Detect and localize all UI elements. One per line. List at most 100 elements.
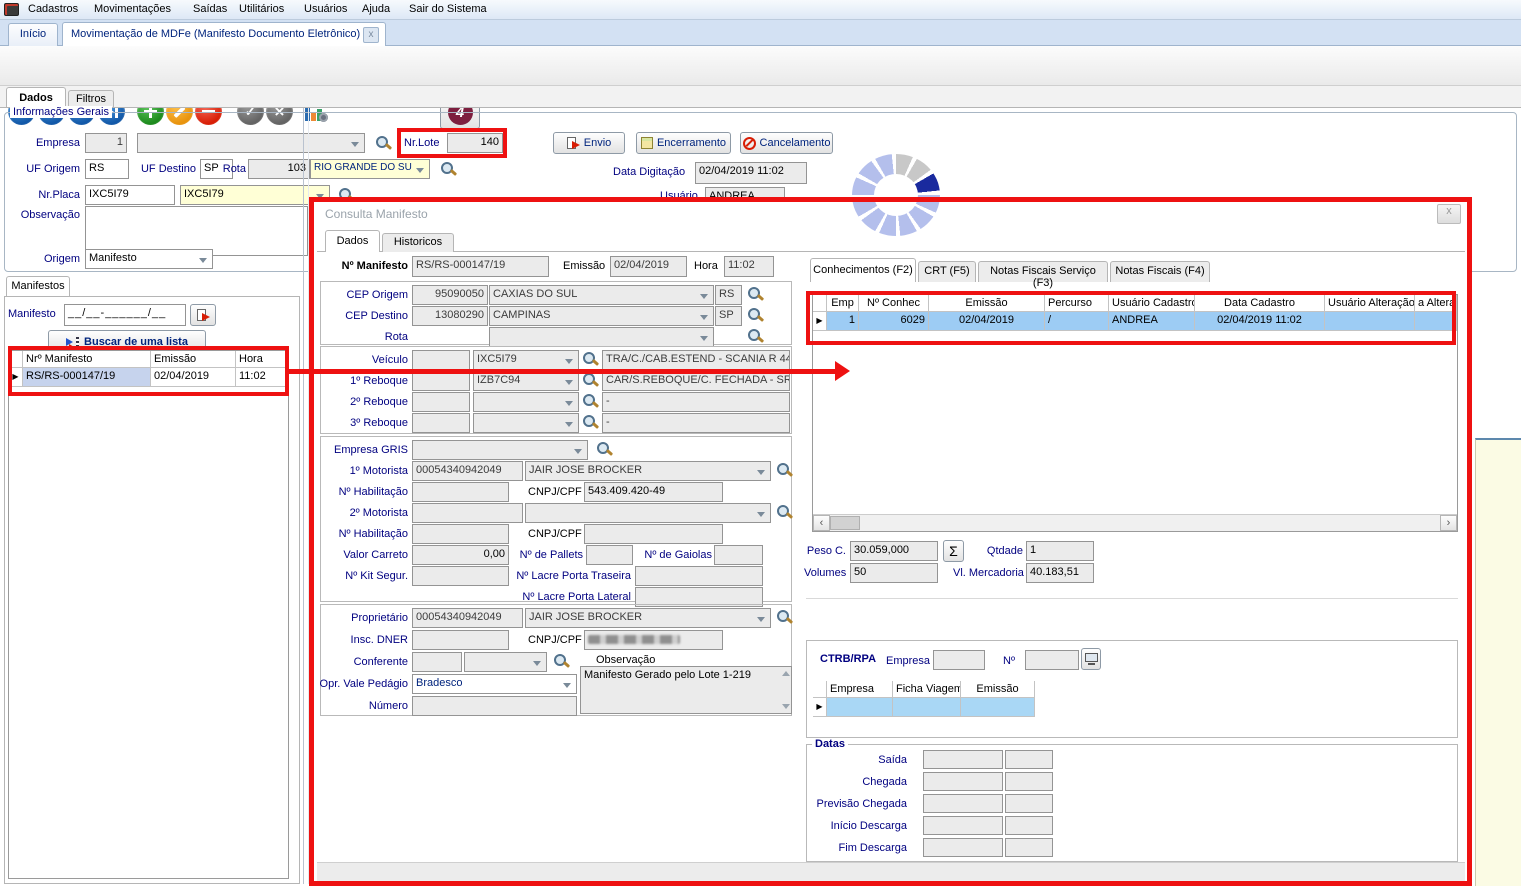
menu-item-usuarios[interactable]: Usuários (304, 3, 347, 15)
manifesto-mask-input[interactable]: __/__-______/__ (64, 304, 186, 326)
motorista2-cod-field[interactable] (412, 503, 523, 523)
conhec-header-data-cad[interactable]: Data Cadastro (1195, 295, 1325, 312)
cidade-origem-combo[interactable]: CAXIAS DO SUL (489, 285, 714, 305)
veiculo-placa-combo[interactable]: IXC5I79 (473, 350, 579, 370)
obs-scroll-up-icon[interactable] (781, 669, 790, 678)
dlg-rota-combo[interactable] (489, 327, 714, 347)
obs-scroll-down-icon[interactable] (781, 702, 790, 711)
dialog-close-button[interactable]: x (1437, 204, 1461, 224)
habilitacao2-field[interactable] (412, 524, 509, 544)
previsao-time-field[interactable] (1005, 794, 1053, 813)
empresa-combo[interactable] (137, 133, 365, 153)
menu-item-sair[interactable]: Sair do Sistema (409, 3, 487, 15)
uf-destino-dlg-field[interactable]: SP (715, 306, 742, 326)
sum-button[interactable]: Σ (943, 540, 964, 562)
veiculo-code-field[interactable] (412, 350, 470, 370)
lacre-traseira-field[interactable] (635, 566, 763, 586)
conhec-header-usuario-cad[interactable]: Usuário Cadastro (1109, 295, 1195, 312)
encerramento-button[interactable]: Encerramento (636, 132, 731, 154)
scroll-right-button[interactable]: › (1440, 515, 1457, 531)
tab-mdfe[interactable]: Movimentação de MDFe (Manifesto Document… (62, 22, 386, 46)
data-digitacao-field[interactable]: 02/04/2019 11:02 (695, 162, 807, 184)
scroll-thumb[interactable] (830, 516, 860, 530)
reboque3-code-field[interactable] (412, 413, 470, 433)
conhec-header-data-alt[interactable]: a Altera (1415, 295, 1457, 312)
reboque1-placa-combo[interactable]: IZB7C94 (473, 371, 579, 391)
empresa-gris-search-icon[interactable] (596, 441, 613, 458)
menu-item-utilitarios[interactable]: Utilitários (239, 3, 284, 15)
reboque2-search-icon[interactable] (582, 393, 599, 410)
conhec-data-row[interactable]: ▶ 1 6029 02/04/2019 / ANDREA 02/04/2019 … (813, 312, 1457, 331)
scroll-left-button[interactable]: ‹ (813, 515, 830, 531)
conhec-header-percurso[interactable]: Percurso (1045, 295, 1109, 312)
subtab-dados[interactable]: Dados (6, 87, 66, 108)
fim-descarga-time-field[interactable] (1005, 838, 1053, 857)
tab-inicio[interactable]: Início (8, 23, 58, 46)
conferente-search-icon[interactable] (553, 653, 570, 670)
menu-item-saidas[interactable]: Saídas (193, 3, 227, 15)
rota-name-combo[interactable]: RIO GRANDE DO SU (310, 159, 430, 179)
menu-item-movimentacoes[interactable]: Movimentações (94, 3, 171, 15)
proprietario-search-icon[interactable] (776, 609, 793, 626)
menu-item-cadastros[interactable]: Cadastros (28, 3, 78, 15)
reboque3-placa-combo[interactable] (473, 413, 579, 433)
dlg-n-manifesto-field[interactable]: RS/RS-000147/19 (412, 256, 549, 277)
reboque3-search-icon[interactable] (582, 414, 599, 431)
ctrb-empresa-field[interactable] (933, 650, 985, 670)
rota-search-icon[interactable] (440, 161, 457, 178)
conhec-header-emp[interactable]: Emp (827, 295, 859, 312)
vale-pedagio-select[interactable]: Bradesco (412, 674, 577, 694)
saida-time-field[interactable] (1005, 750, 1053, 769)
reboque2-code-field[interactable] (412, 392, 470, 412)
conhec-tab-active[interactable]: Conhecimentos (F2) (810, 258, 916, 282)
numero-field[interactable] (412, 696, 577, 716)
manifestos-header-nr[interactable]: Nrº Manifesto (23, 351, 151, 368)
veiculo-desc-field[interactable]: TRA/C./CAB.ESTEND - SCANIA R 440 A (602, 350, 790, 370)
saida-date-field[interactable] (923, 750, 1003, 769)
cidade-destino-combo[interactable]: CAMPINAS (489, 306, 714, 326)
chegada-date-field[interactable] (923, 772, 1003, 791)
uf-origem-dlg-field[interactable]: RS (715, 285, 742, 305)
conhec-header-usuario-alt[interactable]: Usuário Alteração (1325, 295, 1415, 312)
cnpj1-field[interactable]: 543.409.420-49 (584, 482, 723, 502)
cep-origem-field[interactable]: 95090050 (412, 285, 488, 305)
empresa-search-icon[interactable] (375, 135, 392, 152)
ctrb-header-emissao[interactable]: Emissão (961, 681, 1035, 698)
uf-origem-field[interactable]: RS (85, 159, 129, 179)
manifesto-go-button[interactable] (190, 304, 216, 326)
nf-servico-tab[interactable]: Notas Fiscais Serviço (F3) (978, 261, 1108, 282)
manifestos-data-row[interactable]: ▶ RS/RS-000147/19 02/04/2019 11:02 (9, 368, 288, 387)
rota-code-field[interactable]: 103 (248, 159, 310, 179)
chegada-time-field[interactable] (1005, 772, 1053, 791)
dialog-tab-historicos[interactable]: Historicos (382, 233, 454, 252)
ctrb-monitor-button[interactable] (1081, 648, 1101, 670)
ctrb-header-empresa[interactable]: Empresa (827, 681, 893, 698)
manifestos-tab[interactable]: Manifestos (6, 276, 70, 296)
envio-button[interactable]: Envio (553, 132, 625, 154)
ctrb-header-ficha[interactable]: Ficha Viagem (893, 681, 961, 698)
ctrb-n-field[interactable] (1025, 650, 1079, 670)
veiculo-search-icon[interactable] (582, 351, 599, 368)
volumes-field[interactable]: 50 (850, 563, 938, 583)
qtdade-field[interactable]: 1 (1026, 541, 1094, 561)
conferente-code-field[interactable] (412, 652, 462, 672)
gaiolas-field[interactable] (714, 545, 763, 565)
dlg-emissao-field[interactable]: 02/04/2019 (610, 256, 687, 277)
peso-field[interactable]: 30.059,000 (850, 541, 938, 561)
empresa-field[interactable]: 1 (85, 133, 127, 153)
ctrb-data-row[interactable]: ▶ (813, 698, 1035, 717)
valor-carreto-field[interactable]: 0,00 (412, 545, 509, 565)
dlg-rota-search-icon[interactable] (747, 328, 764, 345)
empresa-gris-combo[interactable] (412, 440, 588, 460)
pallets-field[interactable] (586, 545, 633, 565)
origem-select[interactable]: Manifesto (85, 249, 213, 269)
motorista1-search-icon[interactable] (776, 462, 793, 479)
reboque2-placa-combo[interactable] (473, 392, 579, 412)
inicio-descarga-date-field[interactable] (923, 816, 1003, 835)
conhec-hscrollbar[interactable]: ‹ › (813, 514, 1457, 531)
motorista2-nome-combo[interactable] (525, 503, 771, 523)
proprietario-cod-field[interactable]: 00054340942049 (412, 608, 523, 628)
conferente-combo[interactable] (464, 652, 547, 672)
cnpj2-field[interactable] (584, 524, 723, 544)
nf-tab[interactable]: Notas Fiscais (F4) (1110, 261, 1210, 282)
